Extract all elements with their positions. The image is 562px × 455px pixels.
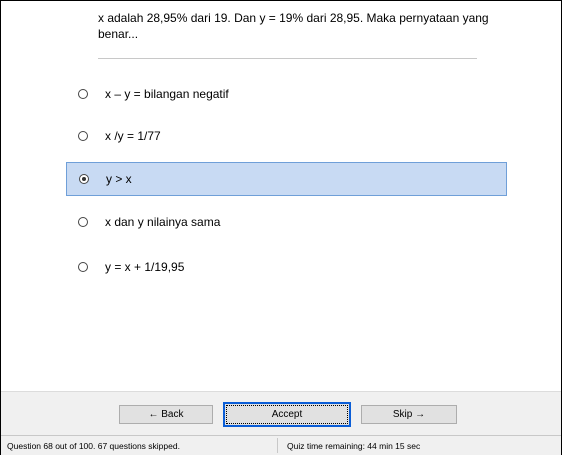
- option-5[interactable]: y = x + 1/19,95: [66, 250, 507, 284]
- radio-button[interactable]: [78, 131, 88, 141]
- option-3[interactable]: y > x: [66, 162, 507, 196]
- skip-button[interactable]: Skip →: [361, 405, 457, 424]
- option-label: y > x: [106, 172, 132, 186]
- option-label: x – y = bilangan negatif: [105, 87, 229, 101]
- separator: [98, 58, 477, 59]
- question-text: x adalah 28,95% dari 19. Dan y = 19% dar…: [98, 11, 489, 41]
- option-4[interactable]: x dan y nilainya sama: [66, 205, 507, 239]
- option-label: x /y = 1/77: [105, 129, 161, 143]
- accept-button[interactable]: Accept: [223, 402, 351, 427]
- radio-button[interactable]: [78, 217, 88, 227]
- option-label: x dan y nilainya sama: [105, 215, 221, 229]
- radio-button[interactable]: [78, 89, 88, 99]
- radio-button[interactable]: [78, 262, 88, 272]
- radio-button-selected[interactable]: [79, 174, 89, 184]
- status-bar: Question 68 out of 100. 67 questions ski…: [1, 435, 561, 455]
- option-1[interactable]: x – y = bilangan negatif: [66, 77, 507, 111]
- back-button[interactable]: ← Back: [119, 405, 213, 424]
- status-divider: [277, 438, 278, 453]
- option-label: y = x + 1/19,95: [105, 260, 185, 274]
- quiz-window: x adalah 28,95% dari 19. Dan y = 19% dar…: [0, 0, 562, 455]
- time-remaining: Quiz time remaining: 44 min 15 sec: [287, 441, 421, 451]
- progress-status: Question 68 out of 100. 67 questions ski…: [7, 441, 180, 451]
- option-2[interactable]: x /y = 1/77: [66, 119, 507, 153]
- button-bar: ← Back Accept Skip →: [1, 391, 561, 436]
